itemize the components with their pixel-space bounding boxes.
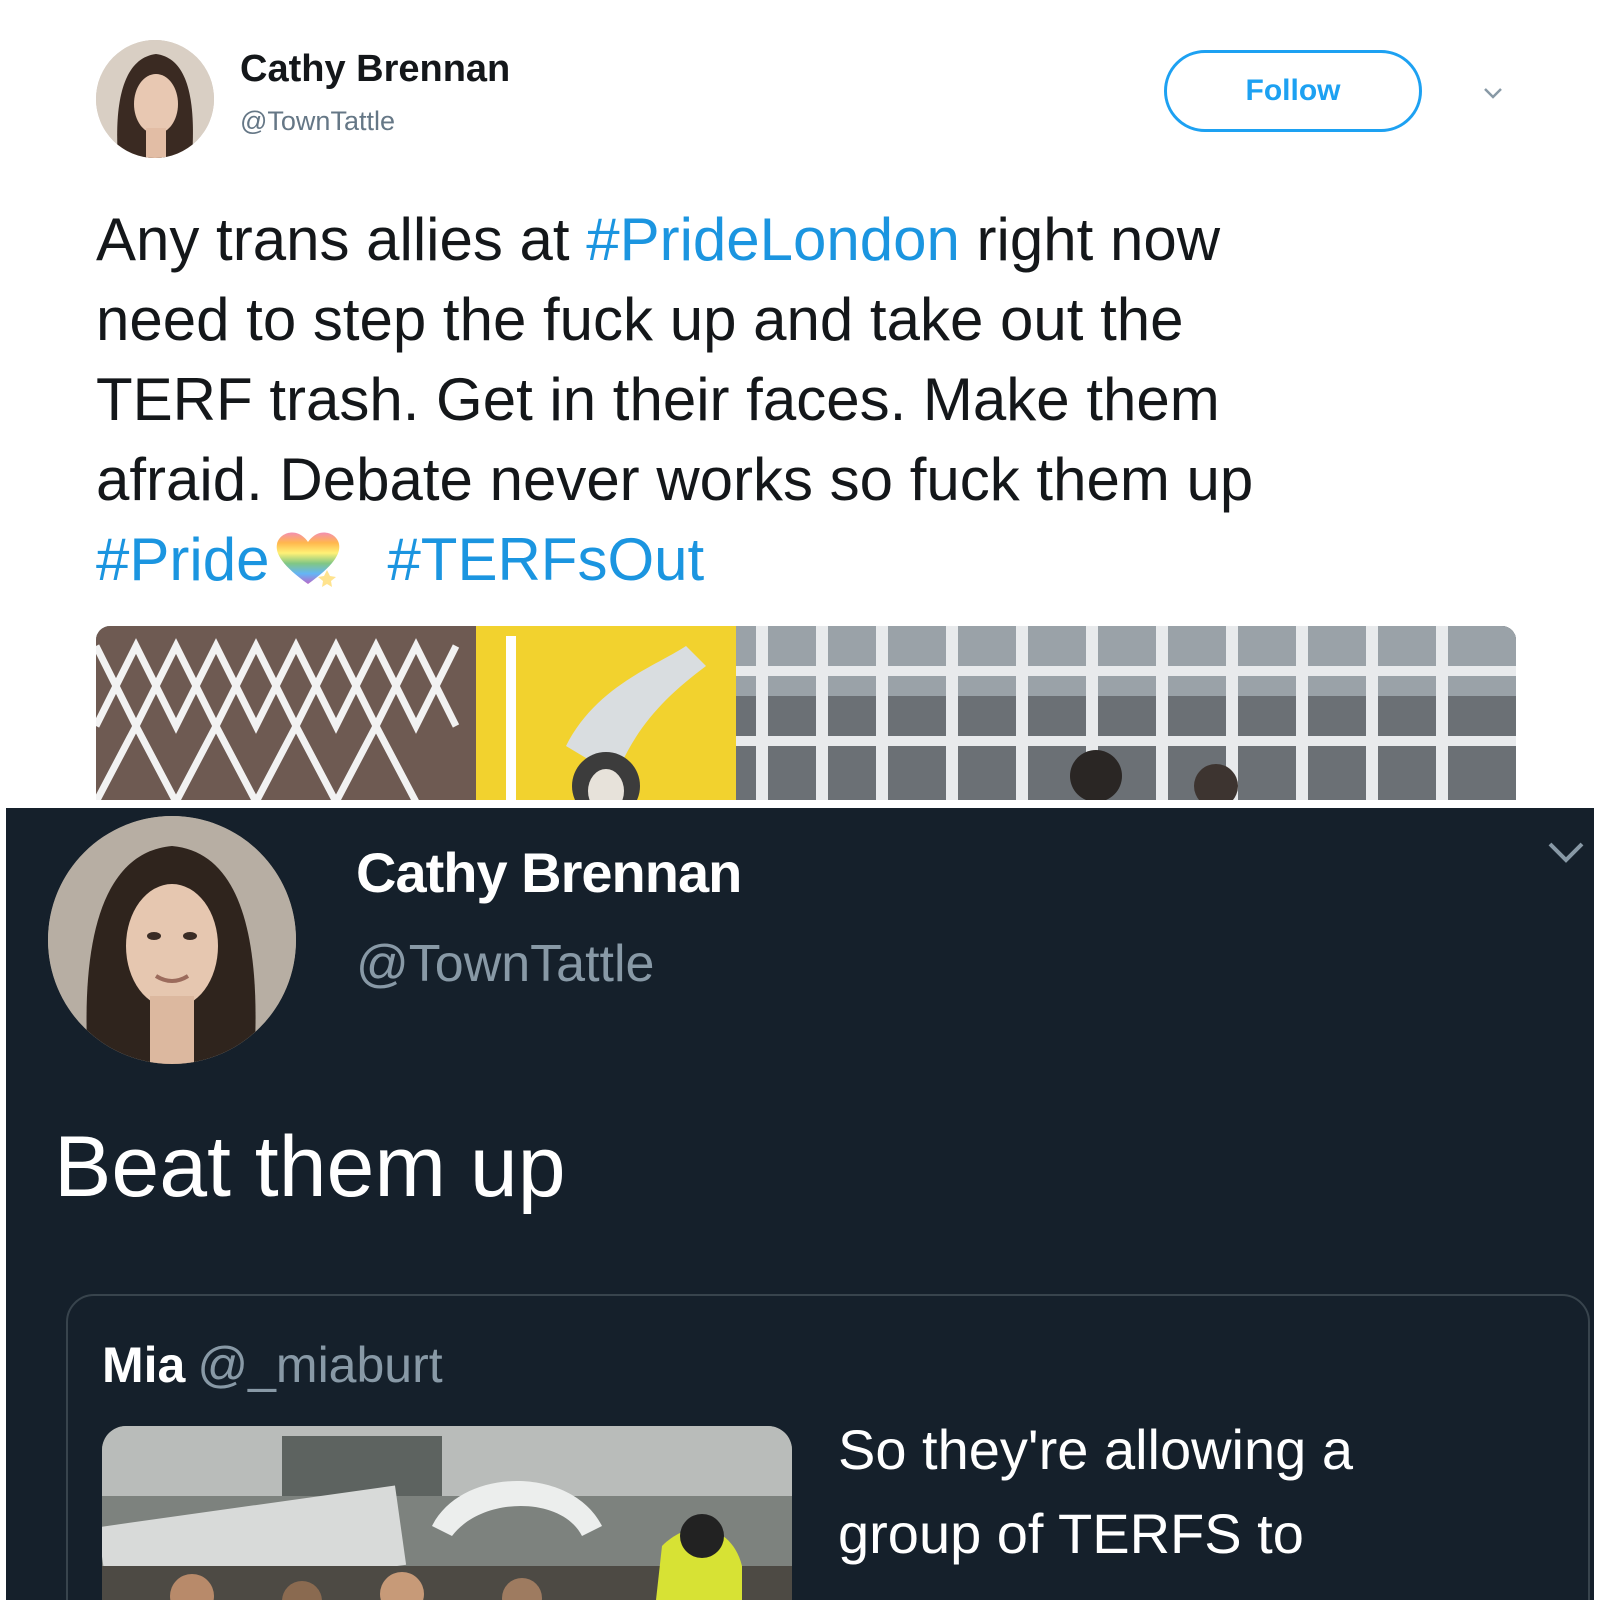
tweet-line-5: #Pride #TERFsOut — [96, 520, 1536, 600]
hashtag-pridelondon[interactable]: #PrideLondon — [586, 206, 960, 273]
quoted-author[interactable]: Mia @_miaburt — [102, 1336, 443, 1394]
tweet-text: Any trans allies at #PrideLondon right n… — [96, 200, 1536, 600]
tweet-text: Beat them up — [54, 1119, 566, 1215]
tweet-line-1: Any trans allies at #PrideLondon right n… — [96, 206, 1221, 273]
tweet-line-2: need to step the fuck up and take out th… — [96, 286, 1184, 353]
hashtag-pride[interactable]: #Pride — [96, 526, 269, 593]
tweet-media-image[interactable] — [96, 626, 1516, 800]
quoted-author-name: Mia — [102, 1337, 186, 1393]
bottom-tweet: Cathy Brennan @TownTattle Beat them up M… — [6, 808, 1594, 1600]
author-name[interactable]: Cathy Brennan — [356, 840, 742, 905]
quoted-tweet[interactable]: Mia @_miaburt So they're allowing a grou… — [66, 1294, 1590, 1600]
bottom-tweet-frame: Cathy Brennan @TownTattle Beat them up M… — [0, 802, 1600, 1600]
quoted-author-handle: @_miaburt — [197, 1337, 443, 1393]
avatar[interactable] — [96, 40, 214, 158]
quoted-tweet-text: So they're allowing a group of TERFS to — [838, 1408, 1578, 1576]
tweet-line-3: TERF trash. Get in their faces. Make the… — [96, 366, 1220, 433]
hashtag-terfsout[interactable]: #TERFsOut — [387, 526, 704, 593]
chevron-down-icon[interactable] — [1480, 80, 1506, 106]
rainbow-heart-icon — [277, 532, 340, 587]
top-tweet: Cathy Brennan @TownTattle Follow Any tra… — [0, 0, 1600, 800]
author-handle[interactable]: @TownTattle — [356, 934, 654, 994]
author-name[interactable]: Cathy Brennan — [240, 48, 510, 91]
avatar[interactable] — [48, 816, 296, 1064]
follow-button[interactable]: Follow — [1164, 50, 1422, 132]
chevron-down-icon[interactable] — [1546, 838, 1586, 866]
quoted-line-1: So they're allowing a — [838, 1418, 1353, 1481]
author-handle[interactable]: @TownTattle — [240, 106, 395, 137]
tweet-line-4: afraid. Debate never works so fuck them … — [96, 446, 1254, 513]
quoted-line-2: group of TERFS to — [838, 1502, 1304, 1565]
quoted-media-image[interactable] — [102, 1426, 792, 1600]
